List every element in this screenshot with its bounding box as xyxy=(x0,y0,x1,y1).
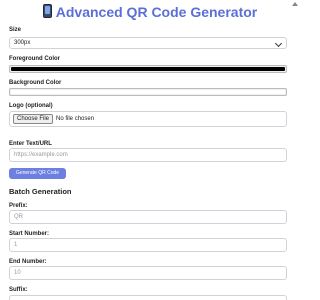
size-select[interactable]: 300px xyxy=(9,37,287,49)
suffix-input[interactable] xyxy=(9,295,287,300)
start-number-label: Start Number: xyxy=(9,231,50,237)
prefix-label: Prefix: xyxy=(9,203,28,209)
suffix-label: Suffix: xyxy=(9,287,28,293)
text-url-label: Enter Text/URL xyxy=(9,141,52,147)
size-select-value: 300px xyxy=(14,40,31,46)
mobile-phone-icon xyxy=(42,4,52,18)
end-number-label: End Number: xyxy=(9,259,47,265)
size-label: Size xyxy=(9,27,22,33)
background-color-swatch xyxy=(11,90,285,94)
start-number-placeholder: 1 xyxy=(14,242,18,248)
logo-label: Logo (optional) xyxy=(9,103,53,109)
page-title: Advanced QR Code Generator xyxy=(0,4,300,21)
logo-file-input: Choose File No file chosen xyxy=(9,111,287,127)
text-url-input[interactable]: https://example.com xyxy=(9,148,287,162)
prefix-placeholder: QR xyxy=(14,214,23,220)
generate-qr-button[interactable]: Generate QR Code xyxy=(9,168,66,179)
background-color-picker[interactable] xyxy=(9,88,287,96)
text-url-placeholder: https://example.com xyxy=(14,152,68,158)
qr-generator-page: Advanced QR Code Generator Size 300px Fo… xyxy=(0,0,300,300)
prefix-input[interactable]: QR xyxy=(9,210,287,224)
file-status-text: No file chosen xyxy=(56,116,95,122)
end-number-input[interactable]: 10 xyxy=(9,266,287,280)
chevron-down-icon xyxy=(274,39,283,48)
end-number-placeholder: 10 xyxy=(14,270,21,276)
batch-generation-title: Batch Generation xyxy=(9,187,72,196)
foreground-color-picker[interactable] xyxy=(9,65,287,73)
background-color-label: Background Color xyxy=(9,80,62,86)
choose-file-button[interactable]: Choose File xyxy=(13,114,54,124)
foreground-color-label: Foreground Color xyxy=(9,56,60,62)
page-title-text: Advanced QR Code Generator xyxy=(55,4,258,20)
start-number-input[interactable]: 1 xyxy=(9,238,287,252)
foreground-color-swatch xyxy=(11,67,285,71)
